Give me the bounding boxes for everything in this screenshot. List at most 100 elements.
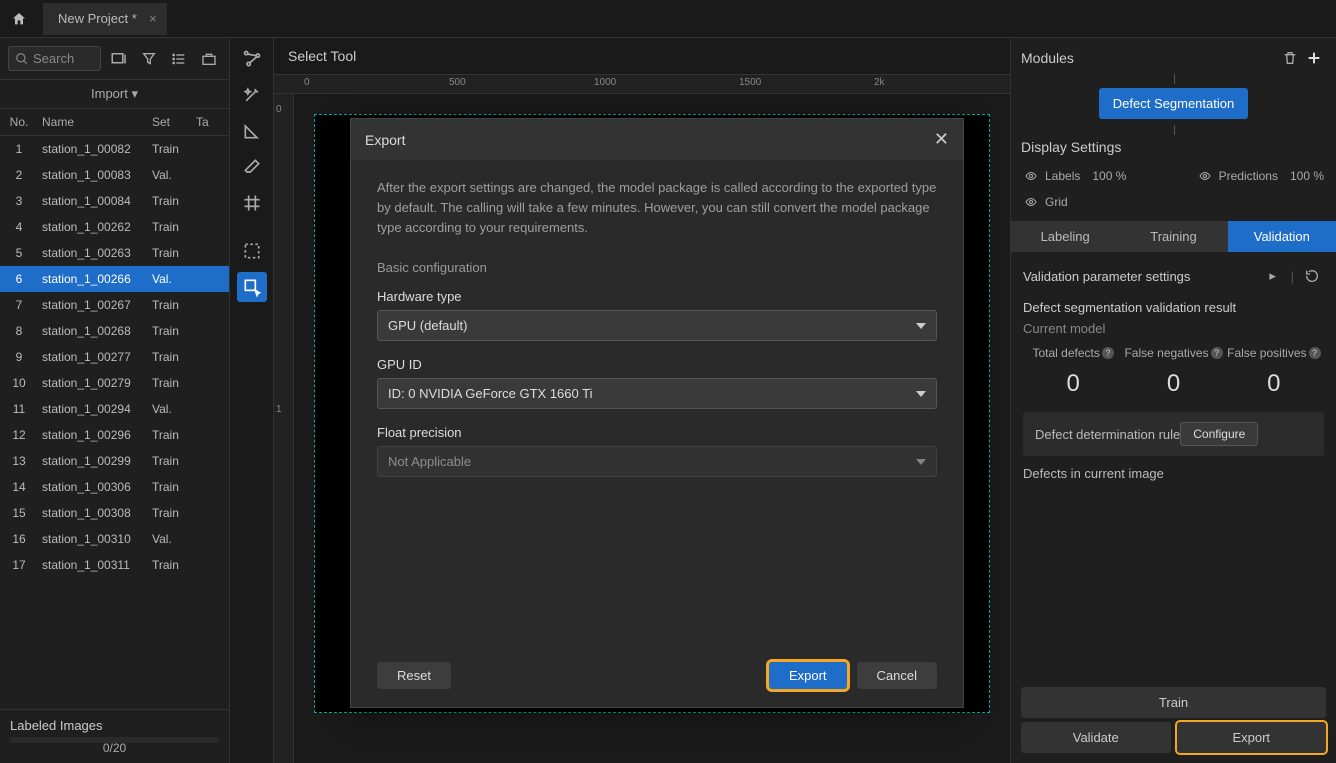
- gpu-id-select[interactable]: ID: 0 NVIDIA GeForce GTX 1660 Ti: [377, 378, 937, 409]
- delete-module-icon[interactable]: [1278, 46, 1302, 70]
- ruler-vertical: 01: [274, 94, 294, 763]
- project-tab[interactable]: New Project * ×: [43, 3, 167, 35]
- close-icon[interactable]: ✕: [934, 129, 949, 150]
- help-icon[interactable]: ?: [1102, 347, 1114, 359]
- display-settings-title: Display Settings: [1011, 131, 1336, 163]
- help-icon[interactable]: ?: [1309, 347, 1321, 359]
- thumbnail-view-icon[interactable]: [107, 47, 131, 71]
- export-modal: Export ✕ After the export settings are c…: [350, 118, 964, 708]
- module-chip[interactable]: Defect Segmentation: [1099, 88, 1248, 119]
- file-row[interactable]: 12station_1_00296Train: [0, 422, 229, 448]
- eraser-tool-icon[interactable]: [237, 152, 267, 182]
- select-tool-icon[interactable]: [237, 272, 267, 302]
- cancel-button[interactable]: Cancel: [857, 662, 937, 689]
- file-list[interactable]: 1station_1_00082Train2station_1_00083Val…: [0, 136, 229, 709]
- hardware-type-select[interactable]: GPU (default): [377, 310, 937, 341]
- labels-label: Labels: [1045, 169, 1080, 183]
- hardware-type-value: GPU (default): [388, 318, 467, 333]
- col-name[interactable]: Name: [38, 109, 148, 135]
- home-icon[interactable]: [10, 11, 28, 27]
- file-row[interactable]: 9station_1_00277Train: [0, 344, 229, 370]
- help-icon[interactable]: ?: [1211, 347, 1223, 359]
- float-precision-label: Float precision: [377, 425, 937, 440]
- magic-wand-tool-icon[interactable]: [237, 80, 267, 110]
- modal-title: Export: [365, 132, 405, 148]
- validation-param-title: Validation parameter settings: [1023, 269, 1190, 284]
- total-defects-label: Total defects: [1032, 346, 1099, 360]
- tab-validation[interactable]: Validation: [1228, 221, 1336, 252]
- false-pos-value: 0: [1224, 370, 1324, 398]
- grid-tool-icon[interactable]: [237, 188, 267, 218]
- search-input[interactable]: Search: [8, 46, 101, 71]
- import-button[interactable]: Import ▾: [0, 79, 229, 109]
- module-chip-label: Defect Segmentation: [1113, 96, 1234, 111]
- rule-label: Defect determination rule: [1035, 427, 1180, 442]
- file-row[interactable]: 2station_1_00083Val.: [0, 162, 229, 188]
- marquee-tool-icon[interactable]: [237, 236, 267, 266]
- gpu-id-label: GPU ID: [377, 357, 937, 372]
- labeled-images-panel: Labeled Images 0/20: [0, 709, 229, 763]
- list-icon[interactable]: [167, 47, 191, 71]
- train-button[interactable]: Train: [1021, 687, 1326, 718]
- import-label: Import: [91, 86, 128, 101]
- reset-params-icon[interactable]: [1300, 264, 1324, 288]
- file-row[interactable]: 14station_1_00306Train: [0, 474, 229, 500]
- tab-training[interactable]: Training: [1119, 221, 1227, 252]
- toggle-predictions[interactable]: Predictions 100 %: [1197, 169, 1324, 183]
- file-row[interactable]: 15station_1_00308Train: [0, 500, 229, 526]
- file-list-header: No. Name Set Ta: [0, 109, 229, 136]
- chevron-down-icon: [916, 459, 926, 465]
- file-row[interactable]: 13station_1_00299Train: [0, 448, 229, 474]
- toggle-grid[interactable]: Grid: [1023, 195, 1068, 209]
- col-tag[interactable]: Ta: [192, 109, 220, 135]
- false-pos-label: False positives: [1227, 346, 1306, 360]
- file-row[interactable]: 1station_1_00082Train: [0, 136, 229, 162]
- false-neg-label: False negatives: [1124, 346, 1208, 360]
- file-row[interactable]: 17station_1_00311Train: [0, 552, 229, 578]
- chevron-down-icon: [916, 391, 926, 397]
- export-button[interactable]: Export: [1177, 722, 1327, 753]
- file-row[interactable]: 16station_1_00310Val.: [0, 526, 229, 552]
- modal-description: After the export settings are changed, t…: [377, 178, 937, 238]
- left-panel: Search Import ▾ No. Name Set Ta 1station…: [0, 38, 230, 763]
- labeled-progress: 0/20: [10, 741, 219, 755]
- file-row[interactable]: 3station_1_00084Train: [0, 188, 229, 214]
- modal-export-button[interactable]: Export: [769, 662, 847, 689]
- chevron-down-icon: [916, 323, 926, 329]
- modal-section-title: Basic configuration: [377, 260, 937, 275]
- ruler-horizontal: 0500100015002k: [274, 74, 1010, 94]
- configure-button[interactable]: Configure: [1180, 422, 1258, 446]
- float-precision-select: Not Applicable: [377, 446, 937, 477]
- file-row[interactable]: 4station_1_00262Train: [0, 214, 229, 240]
- tab-labeling[interactable]: Labeling: [1011, 221, 1119, 252]
- file-row[interactable]: 7station_1_00267Train: [0, 292, 229, 318]
- shape-tool-icon[interactable]: [237, 116, 267, 146]
- col-no[interactable]: No.: [0, 109, 38, 135]
- reset-button[interactable]: Reset: [377, 662, 451, 689]
- file-row[interactable]: 6station_1_00266Val.: [0, 266, 229, 292]
- file-row[interactable]: 10station_1_00279Train: [0, 370, 229, 396]
- chevron-down-icon: ▾: [131, 86, 138, 101]
- float-precision-value: Not Applicable: [388, 454, 471, 469]
- false-neg-value: 0: [1123, 370, 1223, 398]
- file-row[interactable]: 11station_1_00294Val.: [0, 396, 229, 422]
- gpu-id-value: ID: 0 NVIDIA GeForce GTX 1660 Ti: [388, 386, 592, 401]
- add-module-icon[interactable]: [1302, 46, 1326, 70]
- grid-label: Grid: [1045, 195, 1068, 209]
- col-set[interactable]: Set: [148, 109, 192, 135]
- file-row[interactable]: 5station_1_00263Train: [0, 240, 229, 266]
- right-panel: Modules Defect Segmentation Display Sett…: [1010, 38, 1336, 763]
- camera-icon[interactable]: [197, 47, 221, 71]
- close-tab-icon[interactable]: ×: [149, 11, 157, 26]
- expand-params-icon[interactable]: ▸: [1261, 264, 1285, 288]
- result-title: Defect segmentation validation result: [1023, 300, 1324, 315]
- filter-icon[interactable]: [137, 47, 161, 71]
- tool-header: Select Tool: [274, 38, 1010, 74]
- search-placeholder: Search: [33, 51, 74, 66]
- polyline-tool-icon[interactable]: [237, 44, 267, 74]
- file-row[interactable]: 8station_1_00268Train: [0, 318, 229, 344]
- total-defects-value: 0: [1023, 370, 1123, 398]
- toggle-labels[interactable]: Labels 100 %: [1023, 169, 1126, 183]
- topbar: New Project * ×: [0, 0, 1336, 38]
- validate-button[interactable]: Validate: [1021, 722, 1171, 753]
